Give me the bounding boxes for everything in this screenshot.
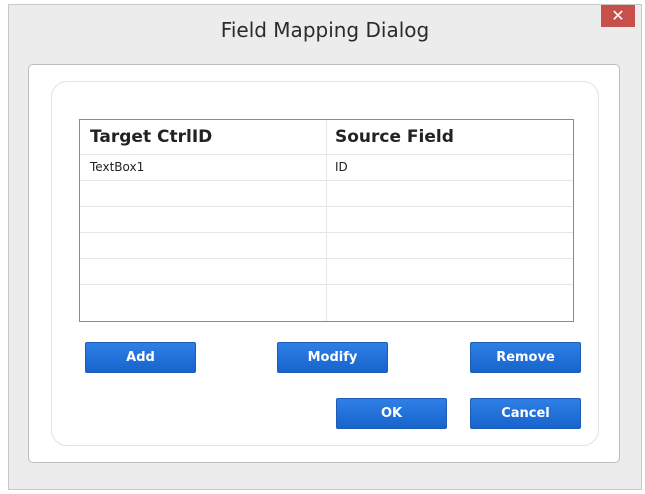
- close-icon: ✕: [611, 6, 625, 25]
- table-row[interactable]: TextBox1 ID: [80, 155, 573, 181]
- table-cell[interactable]: [80, 259, 327, 284]
- dialog-title: Field Mapping Dialog: [220, 18, 430, 42]
- table-cell[interactable]: [80, 207, 327, 232]
- table-row[interactable]: [80, 181, 573, 207]
- table-cell[interactable]: TextBox1: [80, 155, 327, 180]
- table-cell[interactable]: [327, 285, 573, 321]
- table-cell[interactable]: [327, 207, 573, 232]
- column-header-source-field[interactable]: Source Field: [327, 120, 573, 154]
- table-cell[interactable]: [80, 285, 327, 321]
- title-bar[interactable]: Field Mapping Dialog ✕: [9, 5, 641, 55]
- table-row[interactable]: [80, 285, 573, 321]
- mapping-grid[interactable]: Target CtrlID Source Field TextBox1 ID: [79, 119, 574, 322]
- add-button[interactable]: Add: [85, 342, 196, 373]
- grid-header-row: Target CtrlID Source Field: [80, 120, 573, 155]
- cancel-button[interactable]: Cancel: [470, 398, 581, 429]
- table-cell[interactable]: [80, 181, 327, 206]
- modify-button[interactable]: Modify: [277, 342, 388, 373]
- table-cell[interactable]: [327, 181, 573, 206]
- close-button[interactable]: ✕: [601, 5, 635, 27]
- table-row[interactable]: [80, 207, 573, 233]
- table-cell[interactable]: ID: [327, 155, 573, 180]
- table-row[interactable]: [80, 233, 573, 259]
- ok-button[interactable]: OK: [336, 398, 447, 429]
- table-row[interactable]: [80, 259, 573, 285]
- remove-button[interactable]: Remove: [470, 342, 581, 373]
- column-header-target-ctrlid[interactable]: Target CtrlID: [80, 120, 327, 154]
- table-cell[interactable]: [327, 259, 573, 284]
- table-cell[interactable]: [327, 233, 573, 258]
- table-cell[interactable]: [80, 233, 327, 258]
